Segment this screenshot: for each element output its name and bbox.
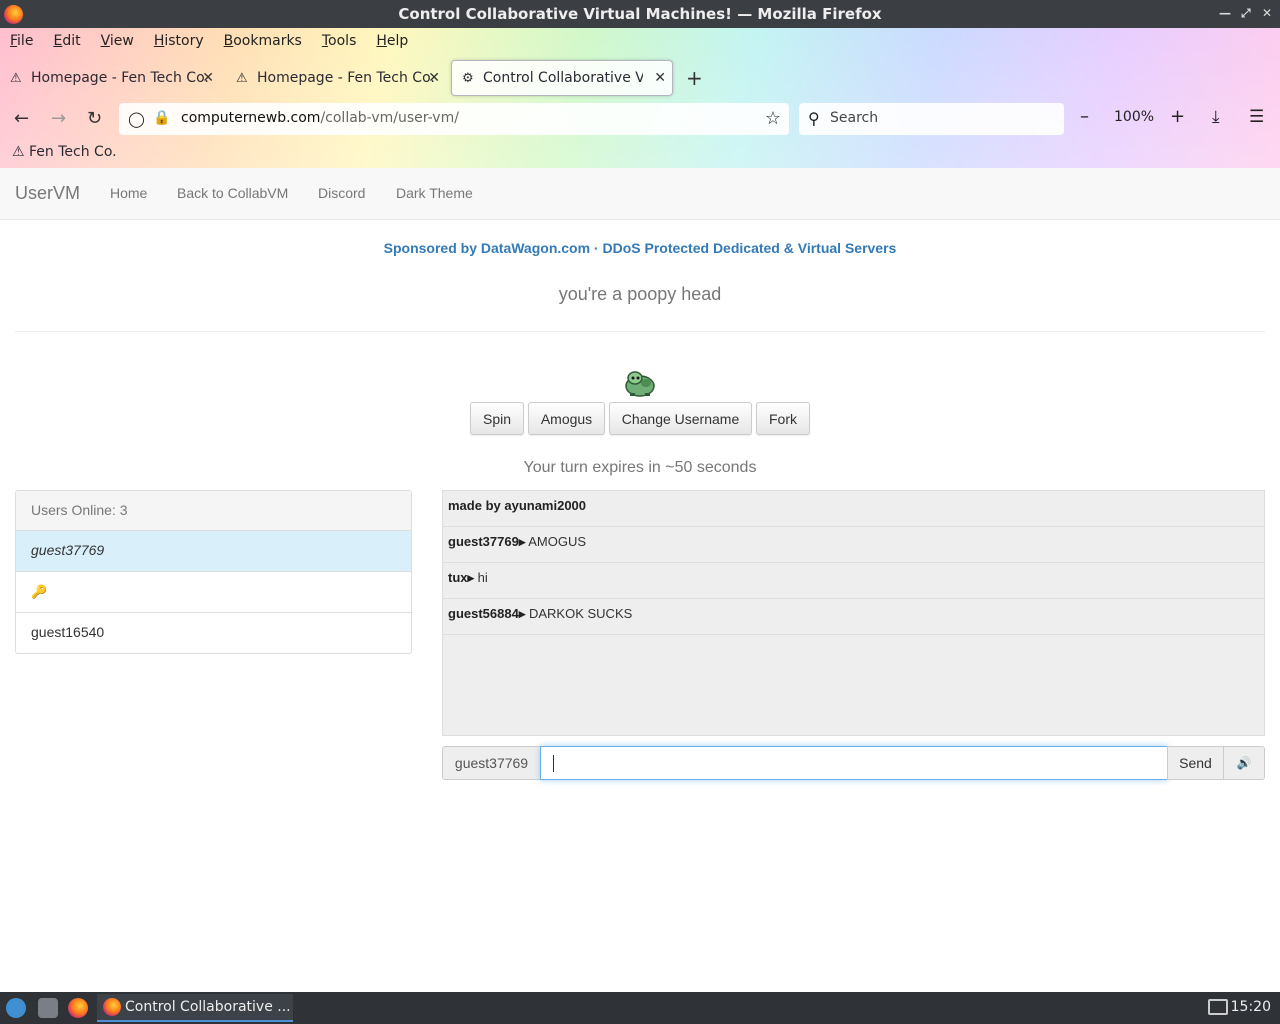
menu-history[interactable]: History <box>144 33 214 49</box>
close-tab-icon[interactable]: ✕ <box>654 70 666 86</box>
send-button[interactable]: Send <box>1167 746 1224 780</box>
chat-message: tux▸ hi <box>443 563 1264 599</box>
bookmark-star-icon[interactable]: ☆ <box>765 108 781 129</box>
close-tab-icon[interactable]: ✕ <box>428 70 440 86</box>
search-icon: ⚲ <box>808 109 820 128</box>
close-window-icon[interactable]: ✕ <box>1262 6 1272 20</box>
page-content: UserVM Home Back to CollabVM Discord Dar… <box>0 168 1280 992</box>
start-menu-icon[interactable] <box>6 998 26 1018</box>
chat-message: made by ayunami2000 <box>443 491 1264 527</box>
nav-discord-link[interactable]: Discord <box>318 185 365 201</box>
spin-button[interactable]: Spin <box>470 402 524 435</box>
tab-collabvm[interactable]: ⚙ Control Collaborative Virt ✕ <box>451 60 673 96</box>
tab-homepage-1[interactable]: ⚠ Homepage - Fen Tech Co. ✕ <box>0 60 220 96</box>
navigation-toolbar: ← → ↻ ◯ 🔒 computernewb.com/collab-vm/use… <box>0 98 1280 140</box>
key-icon: 🔑 <box>31 584 48 599</box>
chat-message: guest37769▸ AMOGUS <box>443 527 1264 563</box>
volume-icon[interactable]: 🔊 <box>1223 746 1265 780</box>
url-text[interactable]: computernewb.com/collab-vm/user-vm/ <box>181 110 459 126</box>
chat-username-label: guest37769 <box>442 746 541 780</box>
file-manager-icon[interactable] <box>38 998 58 1018</box>
menu-edit[interactable]: Edit <box>43 33 90 49</box>
taskbar-firefox-window[interactable]: Control Collaborative ... <box>97 994 293 1022</box>
new-tab-icon[interactable]: + <box>686 66 703 90</box>
message-of-the-day: you're a poopy head <box>558 284 722 304</box>
menu-file[interactable]: File <box>0 33 43 49</box>
address-bar[interactable]: ◯ 🔒 computernewb.com/collab-vm/user-vm/ … <box>119 103 789 135</box>
downloads-icon[interactable]: ⤓ <box>1212 107 1220 127</box>
menu-tools[interactable]: Tools <box>312 33 367 49</box>
tab-bar: ⚠ Homepage - Fen Tech Co. ✕ ⚠ Homepage -… <box>0 58 1280 96</box>
chat-input[interactable] <box>540 746 1168 780</box>
window-title: Control Collaborative Virtual Machines! … <box>398 5 882 23</box>
bookmark-fen-tech[interactable]: ⚠ Fen Tech Co. <box>12 144 117 160</box>
users-online-header: Users Online: 3 <box>16 491 411 531</box>
menu-help[interactable]: Help <box>366 33 418 49</box>
change-username-button[interactable]: Change Username <box>609 402 752 435</box>
app-menu-icon[interactable]: ☰ <box>1249 107 1264 127</box>
network-icon[interactable] <box>1208 999 1228 1015</box>
tab-homepage-2[interactable]: ⚠ Homepage - Fen Tech Co. ✕ <box>226 60 446 96</box>
site-brand[interactable]: UserVM <box>15 183 80 204</box>
nav-back-to-collabvm-link[interactable]: Back to CollabVM <box>177 185 288 201</box>
collabvm-favicon-icon: ⚙ <box>462 70 474 86</box>
chat-message: guest56884▸ DARKOK SUCKS <box>443 599 1264 635</box>
warning-icon: ⚠ <box>12 144 25 160</box>
os-taskbar: Control Collaborative ... 15:20 <box>0 992 1280 1024</box>
warning-icon: ⚠ <box>10 70 22 86</box>
zoom-out-icon[interactable]: – <box>1080 106 1089 127</box>
forward-icon[interactable]: → <box>51 108 66 129</box>
divider <box>15 331 1265 332</box>
maximize-icon[interactable]: ⤢ <box>1241 6 1251 21</box>
firefox-launcher-icon[interactable] <box>68 998 88 1018</box>
window-titlebar: Control Collaborative Virtual Machines! … <box>0 0 1280 28</box>
firefox-icon <box>103 998 121 1016</box>
users-online-panel: Users Online: 3 guest37769 🔑 guest16540 <box>15 490 412 654</box>
fork-button[interactable]: Fork <box>756 402 810 435</box>
nav-dark-theme-link[interactable]: Dark Theme <box>396 185 473 201</box>
menu-bookmarks[interactable]: Bookmarks <box>214 33 312 49</box>
shield-icon[interactable]: ◯ <box>128 110 145 128</box>
nav-home-link[interactable]: Home <box>110 185 147 201</box>
site-navbar: UserVM Home Back to CollabVM Discord Dar… <box>0 168 1280 220</box>
menu-bar: File Edit View History Bookmarks Tools H… <box>0 28 418 54</box>
warning-icon: ⚠ <box>236 70 248 86</box>
clock: 15:20 <box>1230 999 1271 1015</box>
minimize-icon[interactable]: — <box>1219 6 1231 20</box>
user-list-item[interactable]: guest37769 <box>16 531 411 572</box>
amogus-button[interactable]: Amogus <box>528 402 605 435</box>
text-caret <box>553 755 554 772</box>
vm-mascot-icon <box>625 371 655 397</box>
zoom-level[interactable]: 100% <box>1114 109 1154 125</box>
reload-icon[interactable]: ↻ <box>87 108 102 129</box>
search-input[interactable]: ⚲ Search <box>799 103 1064 135</box>
close-tab-icon[interactable]: ✕ <box>202 70 214 86</box>
user-list-item[interactable]: guest16540 <box>16 613 411 653</box>
sponsor-link[interactable]: Sponsored by DataWagon.com · DDoS Protec… <box>0 240 1280 256</box>
turn-timer: Your turn expires in ~50 seconds <box>523 459 757 476</box>
chat-log: made by ayunami2000 guest37769▸ AMOGUS t… <box>442 490 1265 736</box>
chat-input-group: guest37769 Send 🔊 <box>442 746 1265 780</box>
menu-view[interactable]: View <box>91 33 144 49</box>
lock-icon[interactable]: 🔒 <box>153 110 170 126</box>
firefox-icon <box>4 5 23 24</box>
zoom-in-icon[interactable]: + <box>1170 106 1185 127</box>
back-icon[interactable]: ← <box>14 108 29 129</box>
user-list-item[interactable]: 🔑 <box>16 572 411 613</box>
